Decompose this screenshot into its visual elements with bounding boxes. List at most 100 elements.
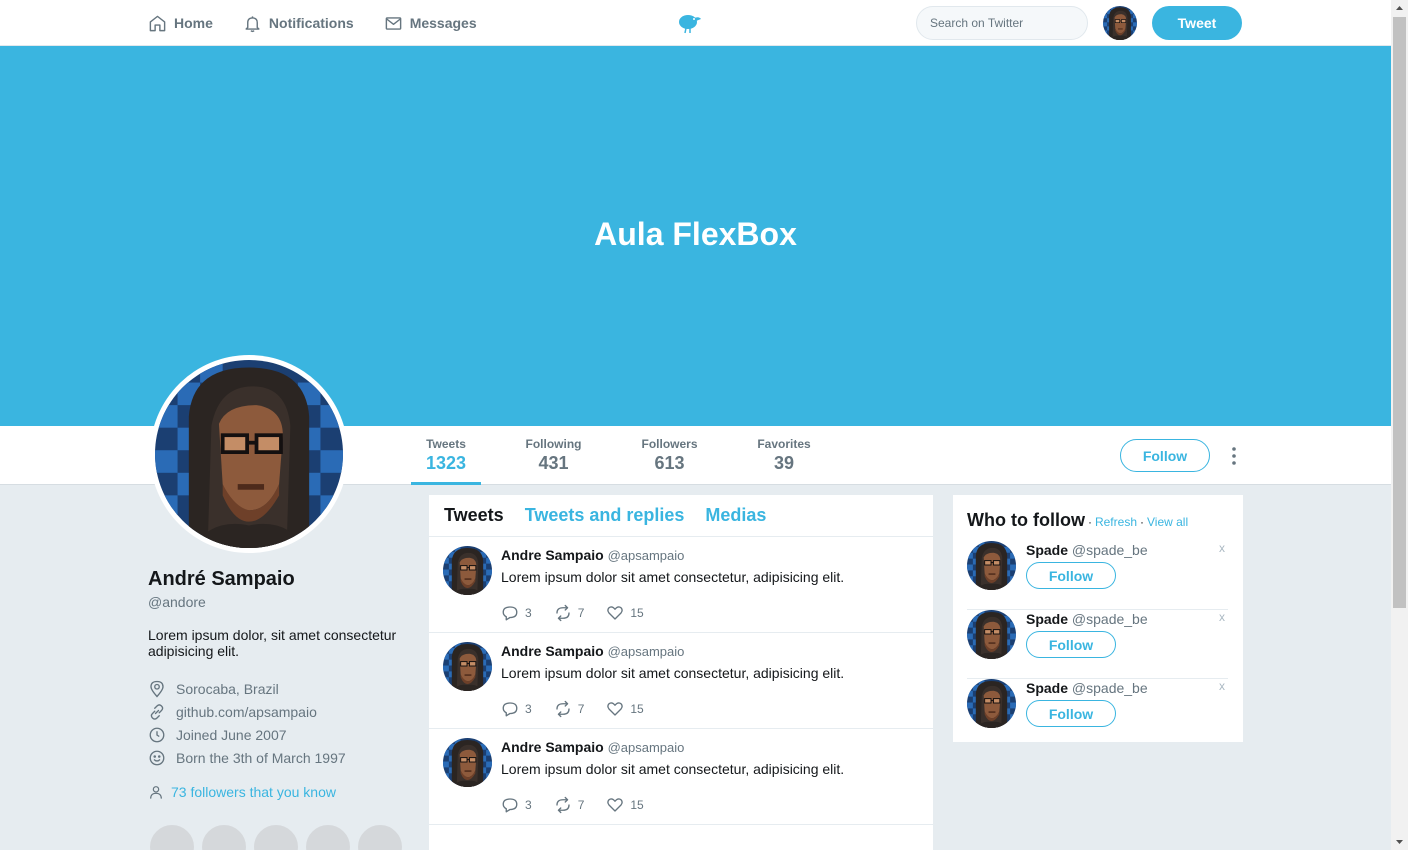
nav-home[interactable]: Home: [148, 14, 213, 33]
view-all-link[interactable]: View all: [1147, 515, 1188, 529]
suggestion-follow-button[interactable]: Follow: [1026, 700, 1116, 727]
link-icon: [150, 703, 164, 720]
suggestion-avatar-image: [967, 610, 1016, 659]
tab-tweets[interactable]: Tweets: [444, 505, 504, 526]
top-navigation-bar: Home Notifications Messages Tweet: [0, 0, 1391, 46]
retweet-action[interactable]: 7: [554, 796, 584, 814]
stat-following[interactable]: Following 431: [518, 426, 589, 485]
dismiss-suggestion-button[interactable]: x: [1219, 610, 1225, 624]
stat-value: 1323: [425, 453, 467, 473]
reply-action[interactable]: 3: [501, 796, 532, 814]
profile-birthday-text: Born the 3th of March 1997: [176, 749, 346, 766]
profile-avatar[interactable]: [150, 355, 348, 553]
followers-you-know-link[interactable]: 73 followers that you know: [148, 784, 408, 800]
tweet-item[interactable]: Andre Sampaio @apsampaio Lorem ipsum dol…: [429, 729, 933, 825]
tweet-item[interactable]: Andre Sampaio @apsampaio Lorem ipsum dol…: [429, 537, 933, 633]
tweet-author-handle[interactable]: @apsampaio: [608, 548, 685, 563]
stat-tweets[interactable]: Tweets 1323: [411, 426, 481, 485]
stat-label: Followers: [641, 437, 698, 451]
tweet-item[interactable]: Andre Sampaio @apsampaio Lorem ipsum dol…: [429, 633, 933, 729]
profile-location: Sorocaba, Brazil: [148, 677, 408, 700]
tweet-actions: 3 7 15: [501, 700, 666, 718]
profile-avatar-image: [155, 360, 343, 548]
suggestion-name: Spade: [1026, 542, 1069, 558]
scroll-up-arrow-icon[interactable]: [1391, 0, 1408, 17]
timeline-tabs: Tweets Tweets and replies Medias: [429, 495, 933, 537]
mail-icon: [385, 16, 402, 30]
tweet-author-name[interactable]: Andre Sampaio: [501, 739, 604, 755]
stat-favorites[interactable]: Favorites 39: [752, 426, 816, 485]
bird-logo-icon[interactable]: [677, 12, 701, 34]
follower-avatar[interactable]: [304, 823, 352, 850]
suggestion-user[interactable]: Spade @spade_be: [1026, 611, 1148, 627]
separator: ·: [1087, 515, 1092, 529]
profile-info-card: André Sampaio @andore Lorem ipsum dolor,…: [148, 568, 408, 800]
tweet-avatar[interactable]: [443, 642, 492, 691]
retweet-count: 7: [577, 606, 585, 620]
scrollbar-thumb[interactable]: [1393, 17, 1406, 608]
clock-icon: [149, 727, 165, 742]
tweet-avatar[interactable]: [443, 546, 492, 595]
tweets-timeline: Tweets Tweets and replies Medias Andre S…: [429, 495, 933, 850]
suggestion-follow-button[interactable]: Follow: [1026, 562, 1116, 589]
profile-birthday: Born the 3th of March 1997: [148, 746, 408, 769]
nav-messages[interactable]: Messages: [384, 14, 477, 33]
followers-you-know-avatars: [148, 823, 404, 850]
retweet-count: 7: [577, 702, 585, 716]
tweet-author-handle[interactable]: @apsampaio: [608, 740, 685, 755]
profile-bio: Lorem ipsum dolor, sit amet consectetur …: [148, 627, 397, 659]
refresh-link[interactable]: Refresh: [1095, 515, 1137, 529]
follower-avatar[interactable]: [148, 823, 196, 850]
reply-count: 3: [525, 798, 532, 812]
reply-icon: [502, 702, 518, 717]
reply-action[interactable]: 3: [501, 700, 532, 718]
more-vertical-icon[interactable]: [1226, 445, 1242, 467]
cover-title: Aula FlexBox: [594, 216, 797, 252]
dismiss-suggestion-button[interactable]: x: [1219, 679, 1225, 693]
scroll-down-arrow-icon[interactable]: [1391, 833, 1408, 850]
separator: ·: [1140, 515, 1144, 529]
nav-notifications[interactable]: Notifications: [243, 14, 354, 33]
like-action[interactable]: 15: [606, 796, 644, 814]
stat-label: Tweets: [426, 437, 466, 451]
like-count: 15: [630, 606, 644, 620]
retweet-icon: [556, 700, 570, 718]
suggestion-avatar[interactable]: [967, 610, 1016, 659]
suggestion-user[interactable]: Spade @spade_be: [1026, 680, 1148, 696]
follower-avatar[interactable]: [200, 823, 248, 850]
dismiss-suggestion-button[interactable]: x: [1219, 541, 1225, 555]
user-avatar-image: [1103, 6, 1137, 40]
search-input[interactable]: [916, 6, 1088, 40]
suggestion-follow-button[interactable]: Follow: [1026, 631, 1116, 658]
page-scrollbar[interactable]: [1391, 0, 1408, 850]
stat-value: 613: [654, 453, 685, 473]
reply-icon: [502, 798, 518, 813]
reply-action[interactable]: 3: [501, 604, 532, 622]
tweet-text: Lorem ipsum dolor sit amet consectetur, …: [501, 665, 845, 681]
like-action[interactable]: 15: [606, 700, 644, 718]
follower-avatar[interactable]: [252, 823, 300, 850]
tweet-author-name[interactable]: Andre Sampaio: [501, 547, 604, 563]
tweet-author-handle[interactable]: @apsampaio: [608, 644, 685, 659]
avatar[interactable]: [1103, 6, 1137, 40]
follow-button[interactable]: Follow: [1120, 439, 1210, 472]
suggestion-avatar[interactable]: [967, 541, 1016, 590]
tweet-button[interactable]: Tweet: [1152, 6, 1242, 40]
like-action[interactable]: 15: [606, 604, 644, 622]
suggestion-avatar[interactable]: [967, 679, 1016, 728]
tweet-avatar[interactable]: [443, 738, 492, 787]
follower-avatar[interactable]: [356, 823, 404, 850]
profile-location-text: Sorocaba, Brazil: [176, 680, 279, 697]
profile-website[interactable]: github.com/apsampaio: [148, 700, 408, 723]
tab-medias[interactable]: Medias: [705, 505, 766, 526]
tweet-author-name[interactable]: Andre Sampaio: [501, 643, 604, 659]
stat-label: Favorites: [757, 437, 811, 451]
tab-tweets-and-replies[interactable]: Tweets and replies: [525, 505, 685, 526]
retweet-action[interactable]: 7: [554, 604, 585, 622]
home-icon: [149, 15, 166, 31]
retweet-action[interactable]: 7: [554, 700, 585, 718]
stat-followers[interactable]: Followers 613: [634, 426, 705, 485]
suggestion-user[interactable]: Spade @spade_be: [1026, 542, 1148, 558]
nav-notifications-label: Notifications: [268, 15, 354, 31]
profile-joined-text: Joined June 2007: [176, 726, 287, 743]
